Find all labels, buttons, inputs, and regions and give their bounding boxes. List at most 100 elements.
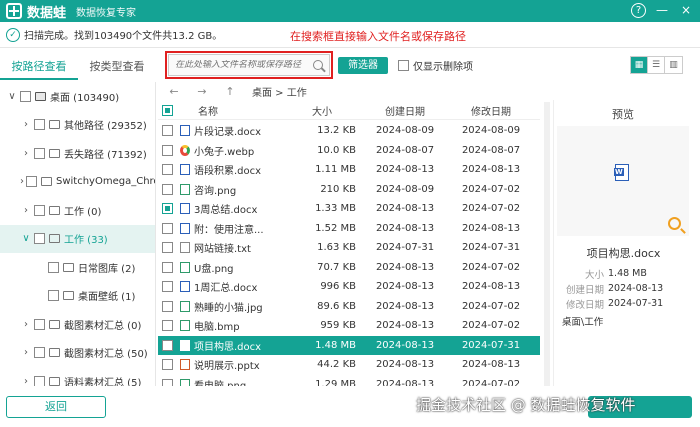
select-all-checkbox[interactable] [161,105,173,116]
tree-item[interactable]: ∨ 桌面 (103490) [0,82,155,111]
meta-created-value: 2024-08-13 [608,283,664,294]
file-row[interactable]: 网站链接.txt 1.63 KB 2024-07-31 2024-07-31 [158,238,540,258]
tree-item[interactable]: › 工作 (0) [0,196,155,225]
column-size[interactable]: 大小 [288,103,362,118]
file-list: 片段记录.docx 13.2 KB 2024-08-09 2024-08-09 小兔子.… [158,121,540,386]
file-row[interactable]: U盘.png 70.7 KB 2024-08-13 2024-07-02 [158,258,540,278]
chevron-right-icon[interactable]: › [20,205,32,216]
tree-item-checkbox[interactable] [20,90,31,102]
tree-item-checkbox[interactable] [26,176,37,188]
tree-item-checkbox[interactable] [34,375,45,386]
back-button[interactable]: 返回 [6,396,106,418]
file-modified: 2024-08-09 [461,125,521,137]
file-row[interactable]: 熟睡的小猫.jpg 89.6 KB 2024-08-13 2024-07-02 [158,297,540,317]
tree-item-checkbox[interactable] [34,233,45,245]
file-size: 13.2 KB [317,125,356,137]
tree-item-checkbox[interactable] [48,290,59,302]
chevron-right-icon[interactable]: › [20,119,32,130]
up-arrow-icon[interactable]: ↑ [216,85,244,98]
chevron-right-icon[interactable]: › [20,176,24,187]
tree-item-checkbox[interactable] [34,147,45,159]
search-input[interactable] [175,60,305,70]
zoom-icon[interactable] [668,217,681,230]
tree-item[interactable]: › 截图素材汇总 (50) [0,339,155,368]
grid-view-icon[interactable]: ▦ [631,57,648,73]
file-row[interactable]: 1周汇总.docx 996 KB 2024-08-13 2024-08-13 [158,277,540,297]
file-row[interactable]: 看电脑.png 1.29 MB 2024-08-13 2024-07-02 [158,375,540,386]
search-icon[interactable] [313,60,323,70]
tree-item[interactable]: › 截图素材汇总 (0) [0,310,155,339]
file-row[interactable]: 3周总结.docx 1.33 MB 2024-08-13 2024-07-02 [158,199,540,219]
chevron-right-icon[interactable]: › [20,376,32,386]
file-name: 附：使用注意... [194,224,264,236]
app-subtitle: 数据恢复专家 [76,7,137,19]
tree-item-checkbox[interactable] [34,318,45,330]
file-modified: 2024-07-02 [461,300,521,312]
file-checkbox[interactable] [161,320,173,332]
file-checkbox[interactable] [161,339,173,351]
deleted-only-toggle[interactable]: 仅显示删除项 [398,58,473,73]
file-name: 网站链接.txt [194,244,251,256]
file-checkbox[interactable] [161,242,173,254]
file-checkbox[interactable] [161,281,173,293]
deleted-only-checkbox[interactable] [398,60,409,71]
help-icon[interactable]: ? [631,2,646,18]
tree-item[interactable]: 桌面壁纸 (1) [0,282,155,311]
file-list-scrollbar[interactable] [544,102,550,386]
tree-item[interactable]: › 语料素材汇总 (5) [0,367,155,386]
file-row[interactable]: 项目构思.docx 1.48 MB 2024-08-13 2024-07-31 [158,335,540,355]
chevron-right-icon[interactable]: › [20,148,32,159]
file-checkbox[interactable] [161,183,173,195]
tree-item-checkbox[interactable] [34,204,45,216]
file-checkbox[interactable] [161,261,173,273]
filter-button[interactable]: 筛选器 [338,57,388,74]
chevron-right-icon[interactable]: › [20,347,32,358]
file-row[interactable]: 咨询.png 210 KB 2024-08-09 2024-07-02 [158,180,540,200]
column-created[interactable]: 创建日期 [362,103,448,118]
file-row[interactable]: 片段记录.docx 13.2 KB 2024-08-09 2024-08-09 [158,121,540,141]
tree-item-checkbox[interactable] [34,347,45,359]
folder-icon [63,262,74,272]
folder-icon [41,177,52,187]
minimize-button[interactable]: — [654,2,670,18]
file-row[interactable]: 附：使用注意... 1.52 MB 2024-08-13 2024-08-13 [158,219,540,239]
file-row[interactable]: 语段积累.docx 1.11 MB 2024-08-13 2024-08-13 [158,160,540,180]
file-checkbox[interactable] [161,300,173,312]
tree-item[interactable]: ∨ 工作 (33) [0,224,155,253]
close-button[interactable]: × [678,2,694,18]
tree-item[interactable]: › 其他路径 (29352) [0,111,155,140]
column-modified[interactable]: 修改日期 [448,103,534,118]
list-view-icon[interactable]: ☰ [648,57,665,73]
file-created: 2024-08-13 [375,339,435,351]
file-checkbox[interactable] [161,222,173,234]
file-checkbox[interactable] [161,144,173,156]
tree-item[interactable]: › 丢失路径 (71392) [0,139,155,168]
file-checkbox[interactable] [161,164,173,176]
tree-item[interactable]: › SwitchyOmega_Chromium [0,168,155,197]
detail-view-icon[interactable]: ▥ [665,57,682,73]
search-box[interactable] [168,54,330,76]
column-name[interactable]: 名称 [180,103,288,118]
file-checkbox[interactable] [161,203,173,215]
txt-file-icon [180,242,190,254]
img-file-icon [180,183,190,195]
file-checkbox[interactable] [161,378,173,386]
chevron-down-icon[interactable]: ∨ [20,233,32,244]
tree-item-checkbox[interactable] [48,261,59,273]
tab-by-path[interactable]: 按路径查看 [0,56,78,80]
file-created: 2024-08-13 [375,164,435,176]
tree-item-checkbox[interactable] [34,119,45,131]
file-row[interactable]: 小兔子.webp 10.0 KB 2024-08-07 2024-08-07 [158,141,540,161]
check-circle-icon: ✓ [6,27,20,42]
file-checkbox[interactable] [161,125,173,137]
tree-item[interactable]: 日常图库 (2) [0,253,155,282]
chevron-right-icon[interactable]: › [20,319,32,330]
nav-row: ← → ↑ 桌面 > 工作 [160,82,540,100]
file-checkbox[interactable] [161,359,173,371]
forward-arrow-icon[interactable]: → [188,85,216,98]
file-row[interactable]: 电脑.bmp 959 KB 2024-08-13 2024-07-02 [158,316,540,336]
chevron-down-icon[interactable]: ∨ [6,91,18,102]
file-row[interactable]: 说明展示.pptx 44.2 KB 2024-08-13 2024-08-13 [158,355,540,375]
tab-by-type[interactable]: 按类型查看 [78,56,156,80]
back-arrow-icon[interactable]: ← [160,85,188,98]
